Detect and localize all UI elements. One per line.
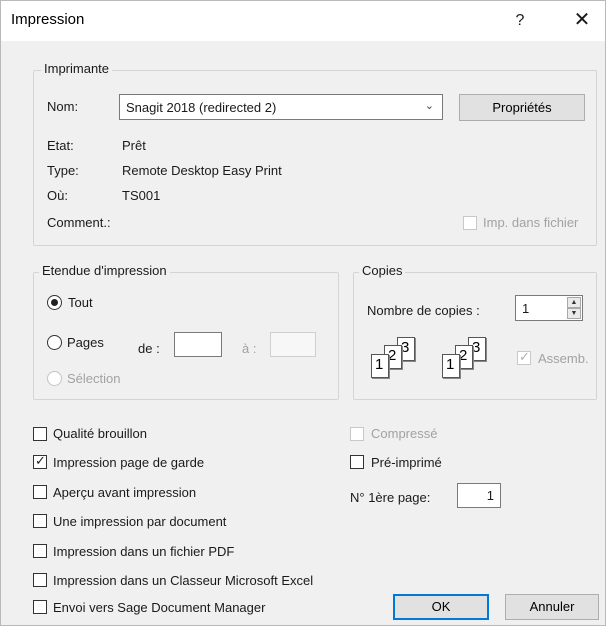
compressed-checkbox[interactable] [350, 427, 364, 441]
spin-down-button[interactable]: ▼ [567, 308, 581, 319]
copies-legend: Copies [359, 263, 406, 278]
print-range-legend: Etendue d'impression [39, 263, 170, 278]
ok-button[interactable]: OK [393, 594, 489, 620]
first-page-value: 1 [486, 488, 494, 503]
draft-quality-label: Qualité brouillon [53, 426, 147, 441]
cancel-button-label: Annuler [529, 599, 575, 614]
first-page-input[interactable]: 1 [457, 483, 501, 508]
cover-page-label: Impression page de garde [53, 455, 205, 470]
copies-count-label: Nombre de copies : [367, 303, 480, 318]
range-pages-label: Pages [67, 335, 104, 350]
checkmark-icon: ✓ [519, 349, 530, 364]
copies-count-value: 1 [522, 301, 530, 316]
range-to-input[interactable] [270, 332, 316, 357]
chevron-down-icon: ⌄ [424, 100, 434, 112]
range-all-radio[interactable] [47, 295, 62, 310]
properties-button[interactable]: Propriétés [459, 94, 585, 121]
collate-checkbox[interactable]: ✓ [517, 349, 531, 365]
range-pages-radio[interactable] [47, 335, 62, 350]
cancel-button[interactable]: Annuler [505, 594, 599, 620]
range-from-label: de : [138, 341, 160, 356]
type-value: Remote Desktop Easy Print [122, 163, 282, 178]
page-icon: 1 [442, 354, 460, 378]
printer-name-select[interactable]: Snagit 2018 (redirected 2) ⌄ [119, 94, 443, 120]
where-label: Où: [47, 188, 68, 203]
one-per-document-label: Une impression par document [53, 514, 227, 529]
close-button[interactable]: ✕ [567, 7, 597, 35]
spin-up-button[interactable]: ▲ [567, 297, 581, 308]
range-selection-radio[interactable] [47, 371, 62, 386]
comment-label: Comment.: [47, 215, 111, 230]
state-label: Etat: [47, 138, 74, 153]
range-from-input[interactable] [174, 332, 222, 357]
print-dialog: Impression ? ✕ Imprimante Nom: Snagit 20… [0, 0, 606, 626]
print-to-file-label: Imp. dans fichier [483, 215, 579, 230]
title-bar: Impression ? ✕ [1, 1, 605, 41]
send-to-sage-checkbox[interactable] [33, 600, 47, 614]
ok-button-label: OK [431, 599, 451, 614]
printer-group-legend: Imprimante [41, 61, 113, 76]
type-label: Type: [47, 163, 79, 178]
collate-illustration-2: 3 2 1 [442, 337, 512, 383]
preprinted-checkbox[interactable] [350, 455, 364, 469]
one-per-document-checkbox[interactable] [33, 514, 47, 528]
preview-label: Aperçu avant impression [53, 485, 197, 500]
collate-label: Assemb. [538, 351, 589, 366]
window-title: Impression [11, 11, 85, 28]
page-icon: 1 [371, 354, 389, 378]
compressed-label: Compressé [371, 426, 438, 441]
collate-illustration-1: 3 2 1 [371, 337, 441, 383]
print-to-excel-label: Impression dans un Classeur Microsoft Ex… [53, 573, 314, 588]
range-to-label: à : [242, 341, 257, 356]
first-page-label: N° 1ère page: [350, 490, 431, 505]
properties-button-label: Propriétés [492, 100, 552, 115]
send-to-sage-label: Envoi vers Sage Document Manager [53, 600, 266, 615]
where-value: TS001 [122, 188, 161, 203]
state-value: Prêt [122, 138, 146, 153]
checkmark-icon: ✓ [35, 453, 46, 468]
preview-checkbox[interactable] [33, 485, 47, 499]
cover-page-checkbox[interactable]: ✓ [33, 453, 47, 469]
draft-quality-checkbox[interactable] [33, 427, 47, 441]
copies-count-spinner[interactable]: 1 ▲ ▼ [515, 295, 583, 321]
print-to-excel-checkbox[interactable] [33, 573, 47, 587]
print-to-pdf-checkbox[interactable] [33, 544, 47, 558]
radio-selected-dot [51, 299, 58, 306]
print-to-pdf-label: Impression dans un fichier PDF [53, 544, 235, 559]
help-button[interactable]: ? [505, 7, 535, 35]
printer-name-label: Nom: [47, 99, 79, 114]
printer-name-value: Snagit 2018 (redirected 2) [126, 100, 277, 115]
range-selection-label: Sélection [67, 371, 121, 386]
preprinted-label: Pré-imprimé [371, 455, 442, 470]
print-to-file-checkbox[interactable] [463, 216, 477, 230]
range-all-label: Tout [68, 295, 93, 310]
